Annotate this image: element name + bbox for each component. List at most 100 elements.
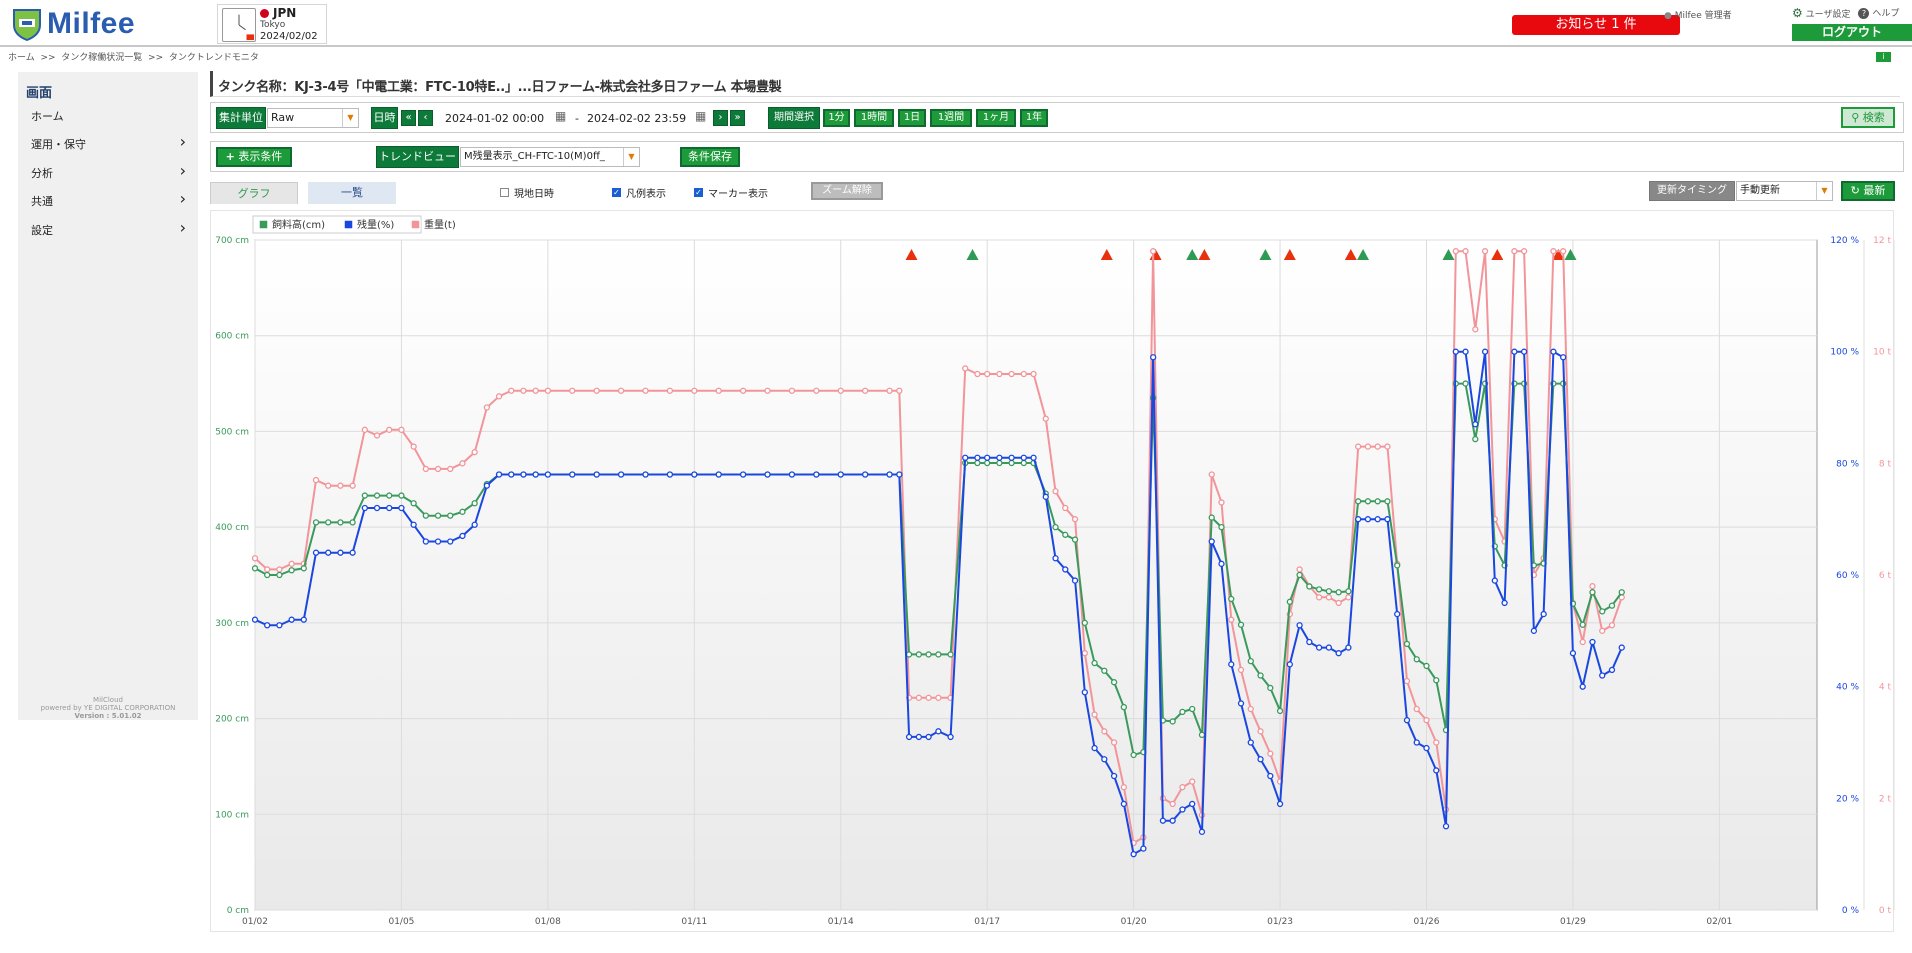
period-1month[interactable]: 1ヶ月: [975, 108, 1017, 128]
data-point: [1423, 744, 1430, 752]
info-icon[interactable]: i: [1876, 52, 1891, 62]
search-button[interactable]: ⚲ 検索: [1840, 106, 1896, 129]
data-point: [1325, 588, 1333, 595]
data-point: [361, 504, 368, 512]
y-right-pct-tick-label: 40 %: [1836, 683, 1859, 693]
tab-graph[interactable]: グラフ: [210, 182, 298, 204]
data-point: [1130, 751, 1137, 759]
data-point: [1296, 571, 1303, 579]
legend-checkbox[interactable]: ✓ 凡例表示: [612, 185, 666, 200]
data-point: [1228, 661, 1235, 668]
period-label: 期間選択: [768, 107, 820, 129]
data-point: [1472, 435, 1479, 443]
data-point: [1120, 703, 1128, 711]
calendar-icon[interactable]: ▦: [695, 109, 706, 123]
display-conditions-button[interactable]: + 表示条件: [215, 146, 293, 168]
data-point: [410, 500, 417, 507]
data-point: [1579, 638, 1586, 646]
update-timing-select[interactable]: 手動更新 ▼: [1736, 181, 1833, 201]
date-to[interactable]: 2024-02-02 23:59: [587, 112, 686, 125]
data-point: [1179, 708, 1186, 716]
chevron-left-icon[interactable]: ‹: [418, 110, 433, 126]
data-point: [1306, 638, 1313, 646]
data-point: [1101, 756, 1108, 763]
filter-row: 集計単位 Raw ▼ 日時 « ‹ 2024-01-02 00:00 ▦ - 2…: [210, 102, 1904, 133]
y-right-t-tick-label: 8 t: [1879, 459, 1892, 469]
double-left-icon[interactable]: «: [401, 110, 416, 126]
data-point: [1208, 471, 1215, 478]
data-point: [1218, 560, 1225, 567]
data-point: [569, 471, 576, 478]
data-point: [1008, 454, 1015, 461]
legend-label: 飼料高(cm): [272, 218, 325, 231]
y-left-tick-label: 700 cm: [215, 236, 249, 246]
y-left-tick-label: 100 cm: [215, 810, 249, 820]
data-point: [691, 387, 698, 394]
calendar-icon[interactable]: ▦: [555, 109, 566, 123]
sidebar-item-settings[interactable]: 設定 ›: [31, 220, 186, 238]
chevron-down-icon: ▼: [342, 109, 358, 127]
user-settings-link[interactable]: ⚙ ユーザ設定: [1792, 6, 1850, 20]
update-timing-value: 手動更新: [1740, 185, 1780, 196]
date-from[interactable]: 2024-01-02 00:00: [445, 112, 544, 125]
chevron-right-icon[interactable]: ›: [713, 110, 728, 126]
sidebar-item-home[interactable]: ホーム: [31, 108, 186, 124]
milfee-logo[interactable]: Milfee: [10, 6, 135, 42]
data-point: [1374, 498, 1381, 505]
sidebar-item-operation[interactable]: 運用・保守 ›: [31, 134, 186, 152]
data-point: [1110, 772, 1118, 780]
double-right-icon[interactable]: »: [730, 110, 745, 126]
data-point: [1423, 662, 1430, 670]
data-point: [1315, 594, 1323, 601]
trend-chart[interactable]: 0 cm 100 cm 200 cm 300 cm 400 cm 500 cm 600 cm…: [211, 211, 1895, 933]
help-link[interactable]: ? ヘルプ: [1858, 6, 1899, 20]
sidebar-footer-brand: MilCloud: [93, 696, 123, 704]
period-1day[interactable]: 1日: [897, 108, 927, 128]
aggregate-select[interactable]: Raw ▼: [267, 108, 359, 128]
data-point: [1452, 348, 1459, 355]
breadcrumb-tank-list[interactable]: タンク稼働状況一覧: [61, 53, 142, 63]
period-1year[interactable]: 1年: [1019, 108, 1049, 128]
data-point: [925, 694, 932, 701]
logout-button[interactable]: ログアウト: [1792, 24, 1912, 41]
data-point: [925, 733, 932, 741]
data-point: [1384, 443, 1391, 450]
data-point: [1120, 800, 1128, 808]
refresh-button[interactable]: ↻ 最新: [1840, 180, 1896, 202]
breadcrumb-home[interactable]: ホーム: [8, 53, 35, 63]
marker-checkbox[interactable]: ✓ マーカー表示: [694, 185, 768, 200]
period-1min[interactable]: 1分: [822, 108, 851, 128]
save-conditions-button[interactable]: 条件保存: [679, 146, 741, 168]
zoom-reset-button[interactable]: ズーム解除: [810, 181, 884, 201]
data-point: [1325, 644, 1333, 651]
clock-country: JPN: [273, 6, 297, 20]
local-time-checkbox[interactable]: 現地日時: [500, 185, 554, 200]
sidebar-item-label: 共通: [31, 195, 53, 208]
chevron-down-icon: ▼: [623, 148, 639, 166]
milfee-shield-icon: [13, 9, 41, 41]
tab-list[interactable]: 一覧: [308, 182, 396, 204]
x-tick-label: 01/23: [1267, 917, 1293, 927]
data-point: [1481, 348, 1489, 355]
data-point: [508, 471, 515, 478]
data-point: [1198, 731, 1206, 738]
data-point: [1384, 498, 1391, 505]
checkbox-unchecked[interactable]: [500, 188, 509, 197]
sidebar-item-analysis[interactable]: 分析 ›: [31, 163, 186, 181]
data-point: [1306, 583, 1313, 590]
checkbox-checked[interactable]: ✓: [694, 188, 703, 197]
data-point: [764, 387, 771, 394]
data-point: [896, 387, 903, 394]
trend-view-select[interactable]: M残量表示_CH-FTC-10(M)0ff_ ▼: [460, 147, 640, 167]
data-point: [386, 492, 393, 499]
data-point: [935, 694, 942, 701]
period-1week[interactable]: 1週間: [929, 108, 973, 128]
checkbox-checked[interactable]: ✓: [612, 188, 621, 197]
data-point: [984, 459, 991, 467]
notice-button[interactable]: お知らせ 1 件: [1512, 15, 1680, 35]
period-1hour[interactable]: 1時間: [853, 108, 895, 128]
data-point: [1355, 516, 1362, 523]
data-point: [276, 566, 283, 573]
user-settings-area: ⚙ ユーザ設定 ? ヘルプ: [1792, 6, 1899, 20]
sidebar-item-common[interactable]: 共通 ›: [31, 191, 186, 209]
